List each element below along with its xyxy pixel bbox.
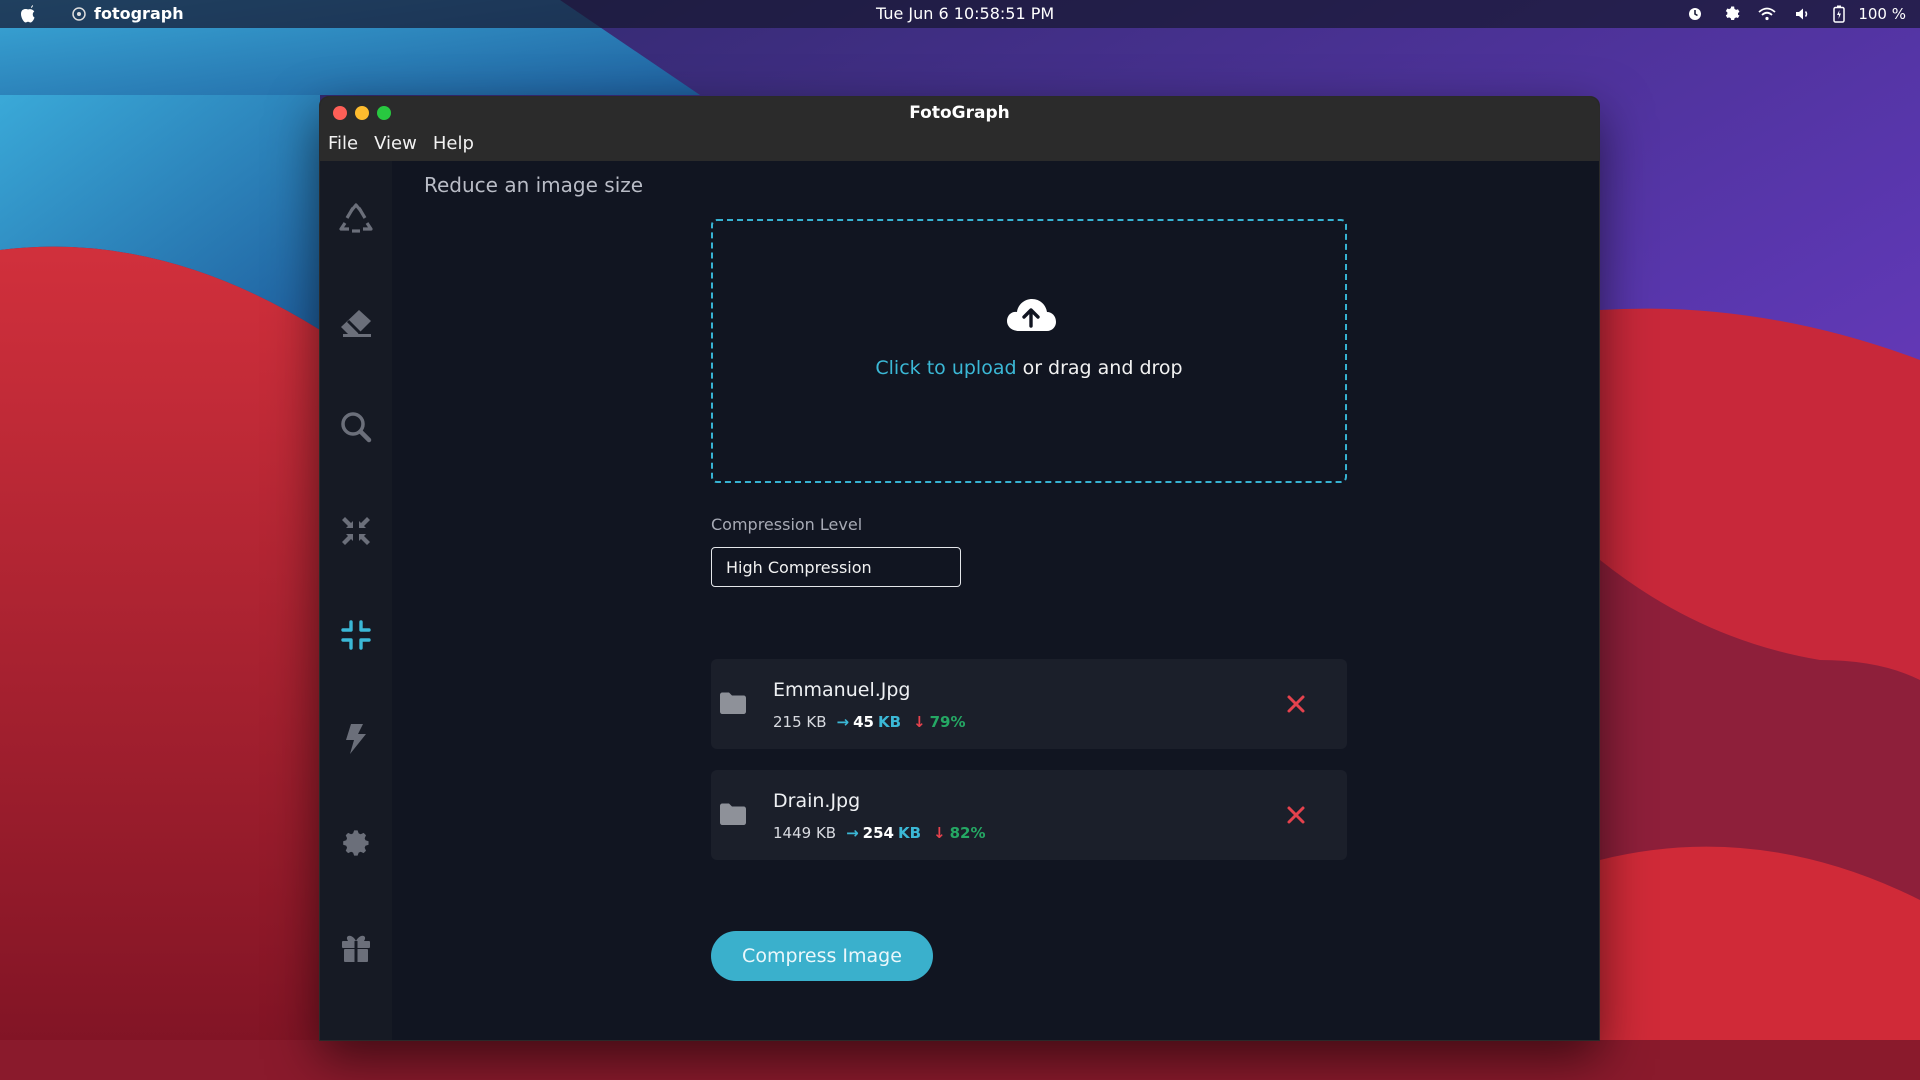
file-item: Drain.Jpg 1449 KB → 254 KB ↓ 82% [711,770,1347,860]
arrow-right-icon: → [846,824,859,842]
compressed-size-unit: KB [897,824,922,842]
status-icons: 100 % [1686,0,1906,28]
sidebar-item-erase[interactable] [336,303,376,343]
eraser-icon [341,310,371,337]
wifi-icon[interactable] [1758,5,1776,23]
compressed-size: 45 [853,713,874,731]
gear-icon [343,830,369,856]
compression-level-label: Compression Level [711,515,863,534]
window-title: FotoGraph [909,103,1010,123]
compress-icon [341,620,371,650]
tool-sidebar [320,161,392,1040]
compress-image-button[interactable]: Compress Image [711,931,933,981]
original-size: 215 KB [773,713,827,731]
sidebar-item-search[interactable] [336,407,376,447]
clock-icon[interactable] [1686,5,1704,23]
compression-level-select[interactable]: High Compression [711,547,961,587]
upload-instructions: Click to upload or drag and drop [713,357,1345,379]
recycle-icon [339,203,373,233]
click-to-upload-link[interactable]: Click to upload [875,357,1016,379]
folder-icon [720,692,746,714]
file-name: Drain.Jpg [773,790,861,812]
app-window: FotoGraph File View Help Reduce an image… [319,96,1600,1041]
file-item: Emmanuel.Jpg 215 KB → 45 KB ↓ 79% [711,659,1347,749]
sidebar-item-convert[interactable] [336,199,376,239]
apple-icon[interactable] [20,5,36,23]
sidebar-item-resize[interactable] [336,511,376,551]
page-title: Reduce an image size [424,173,644,197]
reduction-percentage: 79% [929,713,966,731]
battery-icon[interactable] [1830,5,1848,23]
file-name: Emmanuel.Jpg [773,679,911,701]
arrow-right-icon: → [836,713,850,731]
app-menu: File View Help [328,133,474,154]
sidebar-item-settings[interactable] [336,823,376,863]
arrow-down-icon: ↓ [913,713,926,731]
title-bar[interactable]: FotoGraph File View Help [320,97,1599,161]
remove-file-icon[interactable] [1285,693,1307,715]
sidebar-item-compress[interactable] [336,615,376,655]
compressed-size-unit: KB [877,713,902,731]
app-icon [72,7,86,21]
menu-file[interactable]: File [328,133,358,154]
upload-dropzone[interactable]: Click to upload or drag and drop [711,219,1347,483]
volume-icon[interactable] [1794,5,1812,23]
gift-icon [342,935,370,962]
battery-percentage: 100 % [1858,5,1906,23]
active-app-name[interactable]: fotograph [94,4,184,23]
cloud-upload-icon [1007,299,1056,331]
reduction-percentage: 82% [949,824,986,842]
drag-drop-text: or drag and drop [1016,357,1183,379]
menu-view[interactable]: View [374,133,417,154]
file-size-stats: 215 KB → 45 KB ↓ 79% [773,713,966,731]
arrow-down-icon: ↓ [933,824,946,842]
original-size: 1449 KB [773,824,837,842]
folder-icon [720,803,746,825]
remove-file-icon[interactable] [1285,804,1307,826]
bolt-icon [346,724,366,754]
compressed-size: 254 [862,824,894,842]
menu-help[interactable]: Help [433,133,474,154]
gear-icon[interactable] [1722,5,1740,23]
menubar-clock[interactable]: Tue Jun 6 10:58:51 PM [876,4,1054,23]
sidebar-item-enhance[interactable] [336,719,376,759]
system-menubar: fotograph Tue Jun 6 10:58:51 PM 100 % [0,0,1920,28]
search-icon [341,412,372,443]
compress-arrows-icon [342,517,370,545]
file-size-stats: 1449 KB → 254 KB ↓ 82% [773,824,986,842]
sidebar-item-gift[interactable] [336,927,376,967]
